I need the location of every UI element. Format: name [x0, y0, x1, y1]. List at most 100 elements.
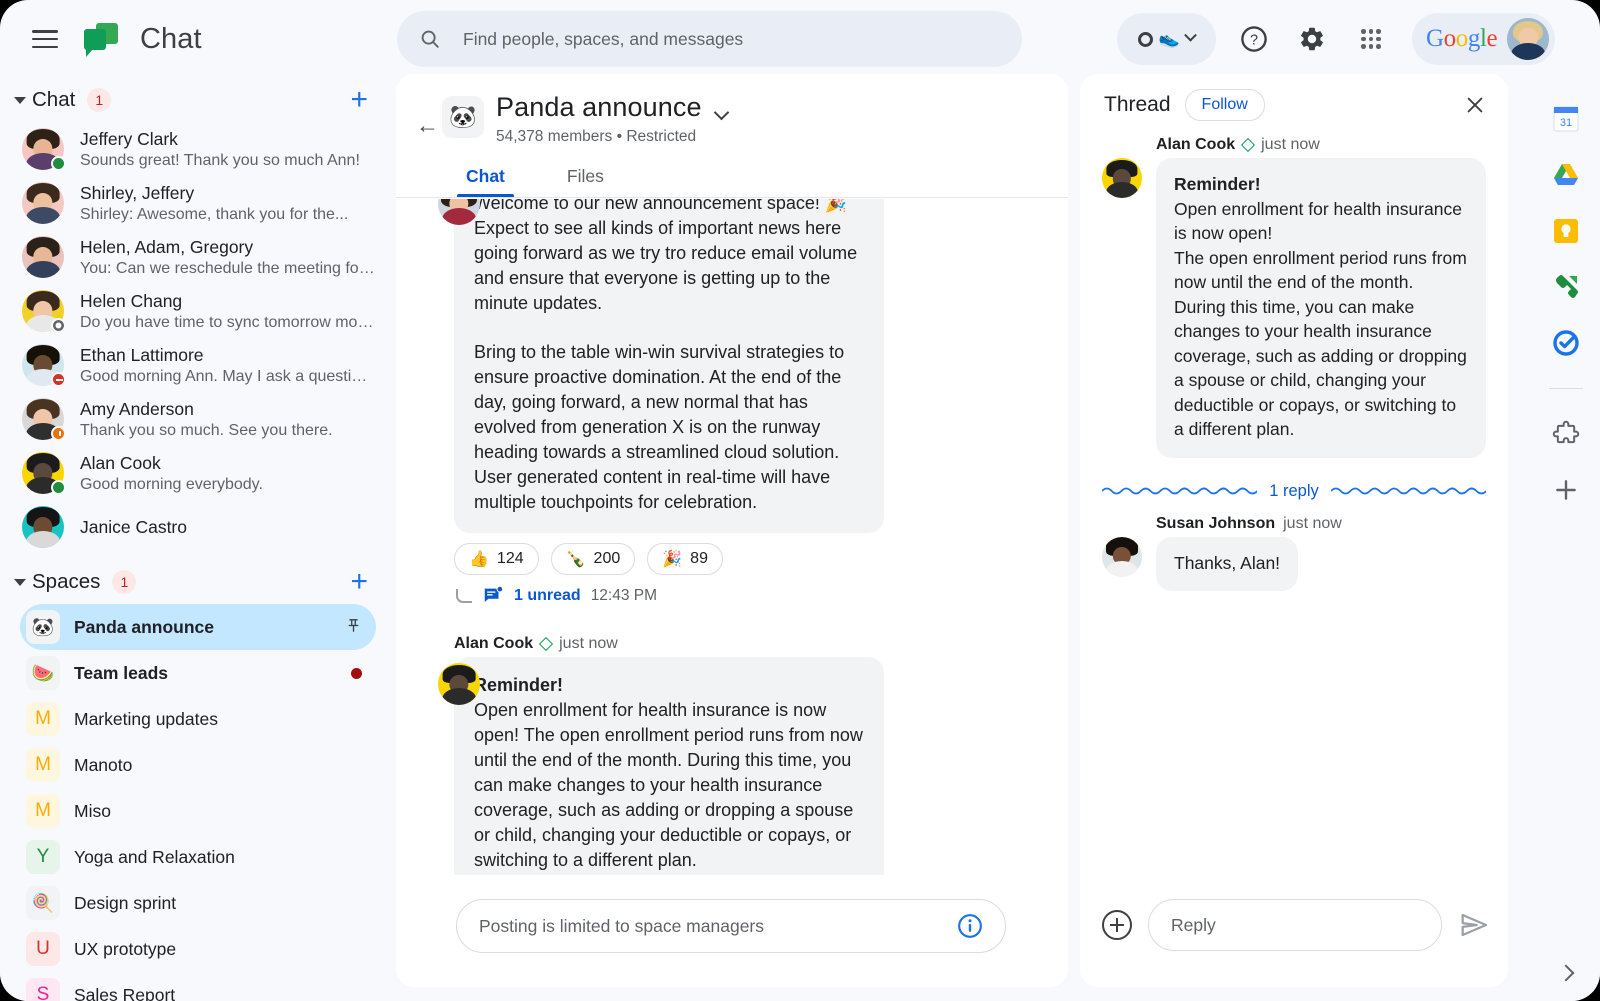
- message-composer[interactable]: Posting is limited to space managers: [456, 899, 1006, 953]
- hamburger-menu-icon[interactable]: [32, 30, 58, 48]
- pin-icon[interactable]: [345, 617, 362, 638]
- reaction-chip[interactable]: 👍 124: [454, 543, 539, 575]
- help-icon[interactable]: ?: [1236, 21, 1272, 57]
- sidebar-item-design-sprint[interactable]: 🍭 Design sprint: [20, 880, 376, 926]
- list-item[interactable]: Helen Chang Do you have time to sync tomo…: [0, 284, 392, 338]
- space-panel: ← 🐼 Panda announce 54,378 members • Rest…: [396, 74, 1068, 987]
- sidebar-item-label: Miso: [74, 800, 111, 821]
- expand-chevron-icon[interactable]: [1557, 964, 1575, 982]
- list-item[interactable]: Jeffery Clark Sounds great! Thank you so …: [0, 122, 392, 176]
- reaction-list: 👍 124 🍾 200 🎉 89: [454, 543, 1048, 575]
- rail-divider: [1549, 388, 1583, 389]
- space-letter-icon: M: [26, 794, 60, 828]
- tasks-icon[interactable]: [1551, 328, 1581, 358]
- list-item-preview: You: Can we reschedule the meeting for..…: [80, 259, 376, 277]
- space-letter-icon: U: [26, 932, 60, 966]
- message-paragraph: Bring to the table win-win survival stra…: [474, 342, 845, 512]
- avatar: [22, 344, 66, 387]
- sidebar-item-team-leads[interactable]: 🍉 Team leads: [20, 650, 376, 696]
- avatar: [22, 128, 66, 171]
- thread-summary[interactable]: 1 unread 12:43 PM: [454, 585, 1048, 607]
- thread-unread-label[interactable]: 1 unread: [514, 587, 581, 605]
- avatar: [22, 182, 64, 224]
- addons-puzzle-icon[interactable]: [1551, 419, 1581, 449]
- thread-timestamp: just now: [1261, 136, 1320, 153]
- collapse-spaces-icon[interactable]: [14, 578, 26, 586]
- verified-diamond-icon: [1241, 137, 1256, 153]
- composer-placeholder: Posting is limited to space managers: [479, 915, 764, 936]
- sidebar-item-label: Panda announce: [74, 616, 215, 637]
- sidebar-item-miso[interactable]: M Miso: [20, 788, 376, 834]
- drive-icon[interactable]: [1551, 160, 1581, 190]
- tab-chat[interactable]: Chat: [457, 166, 514, 197]
- voice-icon[interactable]: [1551, 272, 1581, 302]
- list-item[interactable]: Amy Anderson Thank you so much. See you t…: [0, 392, 392, 446]
- keep-icon[interactable]: [1551, 216, 1581, 246]
- follow-button[interactable]: Follow: [1184, 89, 1265, 121]
- space-letter-icon: M: [26, 702, 60, 736]
- chevron-down-icon[interactable]: [713, 104, 730, 121]
- add-attachment-icon[interactable]: [1102, 910, 1132, 940]
- avatar: [22, 452, 66, 495]
- status-pill[interactable]: 👟: [1117, 13, 1216, 65]
- list-item-preview: Shirley: Awesome, thank you for the...: [80, 205, 349, 223]
- close-icon[interactable]: [1460, 90, 1490, 120]
- add-conversation-icon[interactable]: +: [350, 85, 368, 115]
- add-icon[interactable]: [1551, 475, 1581, 505]
- list-item[interactable]: Alan Cook Good morning everybody.: [0, 446, 392, 500]
- list-item[interactable]: Ethan Lattimore Good morning Ann. May I a…: [0, 338, 392, 392]
- list-item-name: Janice Castro: [80, 517, 187, 537]
- list-item-preview: Sounds great! Thank you so much Ann!: [80, 151, 360, 169]
- back-arrow-icon[interactable]: ←: [416, 112, 439, 139]
- sidebar-item-ux-prototype[interactable]: U UX prototype: [20, 926, 376, 972]
- thread-author-row: Alan Cook just now: [1156, 136, 1486, 154]
- chevron-down-icon[interactable]: [1184, 28, 1197, 42]
- chat-app-window: Chat Find people, spaces, and messages 👟…: [0, 0, 1600, 1001]
- thread-message-line: Open enrollment for health insurance is …: [1174, 198, 1462, 244]
- avatar[interactable]: [438, 199, 480, 225]
- add-space-icon[interactable]: +: [350, 567, 368, 597]
- tab-files[interactable]: Files: [567, 166, 604, 197]
- list-item[interactable]: Shirley, Jeffery Shirley: Awesome, thank …: [0, 176, 392, 230]
- avatar[interactable]: [1507, 18, 1550, 60]
- reaction-emoji: 🍾: [565, 551, 586, 568]
- search-input[interactable]: Find people, spaces, and messages: [397, 11, 1022, 67]
- reaction-chip[interactable]: 🎉 89: [647, 543, 723, 575]
- thread-reply: Susan Johnson just now Thanks, Alan!: [1080, 515, 1508, 591]
- gear-icon[interactable]: [1294, 21, 1330, 57]
- sidebar-item-label: Marketing updates: [74, 708, 218, 729]
- space-emoji-icon: 🍭: [26, 886, 60, 920]
- sidebar-item-panda-announce[interactable]: 🐼 Panda announce: [20, 604, 376, 650]
- avatar[interactable]: [438, 663, 480, 705]
- sidebar-item-yoga-and-relaxation[interactable]: Y Yoga and Relaxation: [20, 834, 376, 880]
- account-chip[interactable]: Google: [1412, 13, 1556, 65]
- message-paragraph: Welcome to our new announcement space! 🎉…: [474, 199, 858, 313]
- sidebar-item-marketing-updates[interactable]: M Marketing updates: [20, 696, 376, 742]
- info-icon[interactable]: [957, 913, 983, 939]
- thread-message-heading: Reminder!: [1174, 174, 1261, 194]
- calendar-icon[interactable]: 31: [1551, 104, 1581, 134]
- list-item[interactable]: Helen, Adam, Gregory You: Can we reschedu…: [0, 230, 392, 284]
- list-item[interactable]: Janice Castro: [0, 500, 392, 554]
- presence-badge: [51, 480, 66, 495]
- avatar[interactable]: [1102, 536, 1142, 577]
- message-list: Welcome to our new announcement space! 🎉…: [396, 199, 1068, 875]
- avatar[interactable]: [1102, 158, 1142, 198]
- reaction-chip[interactable]: 🍾 200: [550, 543, 636, 575]
- message-bubble: Reminder! Open enrollment for health ins…: [454, 657, 884, 875]
- status-emoji: 👟: [1158, 29, 1181, 48]
- list-item-name: Shirley, Jeffery: [80, 182, 195, 203]
- reply-placeholder: Reply: [1171, 914, 1216, 935]
- message-timestamp: just now: [559, 635, 618, 652]
- send-icon[interactable]: [1458, 909, 1490, 941]
- sidebar-item-sales-report[interactable]: S Sales Report: [20, 972, 376, 1001]
- reply-input[interactable]: Reply: [1148, 899, 1442, 951]
- list-item-preview: Thank you so much. See you there.: [80, 421, 333, 439]
- list-item-name: Amy Anderson: [80, 398, 194, 419]
- space-letter-icon: Y: [26, 840, 60, 874]
- sidebar-item-manoto[interactable]: M Manoto: [20, 742, 376, 788]
- reply-count-label[interactable]: 1 reply: [1269, 482, 1319, 501]
- apps-grid-icon[interactable]: [1353, 21, 1389, 57]
- collapse-chat-icon[interactable]: [14, 96, 26, 104]
- thread-composer: Reply: [1102, 899, 1490, 951]
